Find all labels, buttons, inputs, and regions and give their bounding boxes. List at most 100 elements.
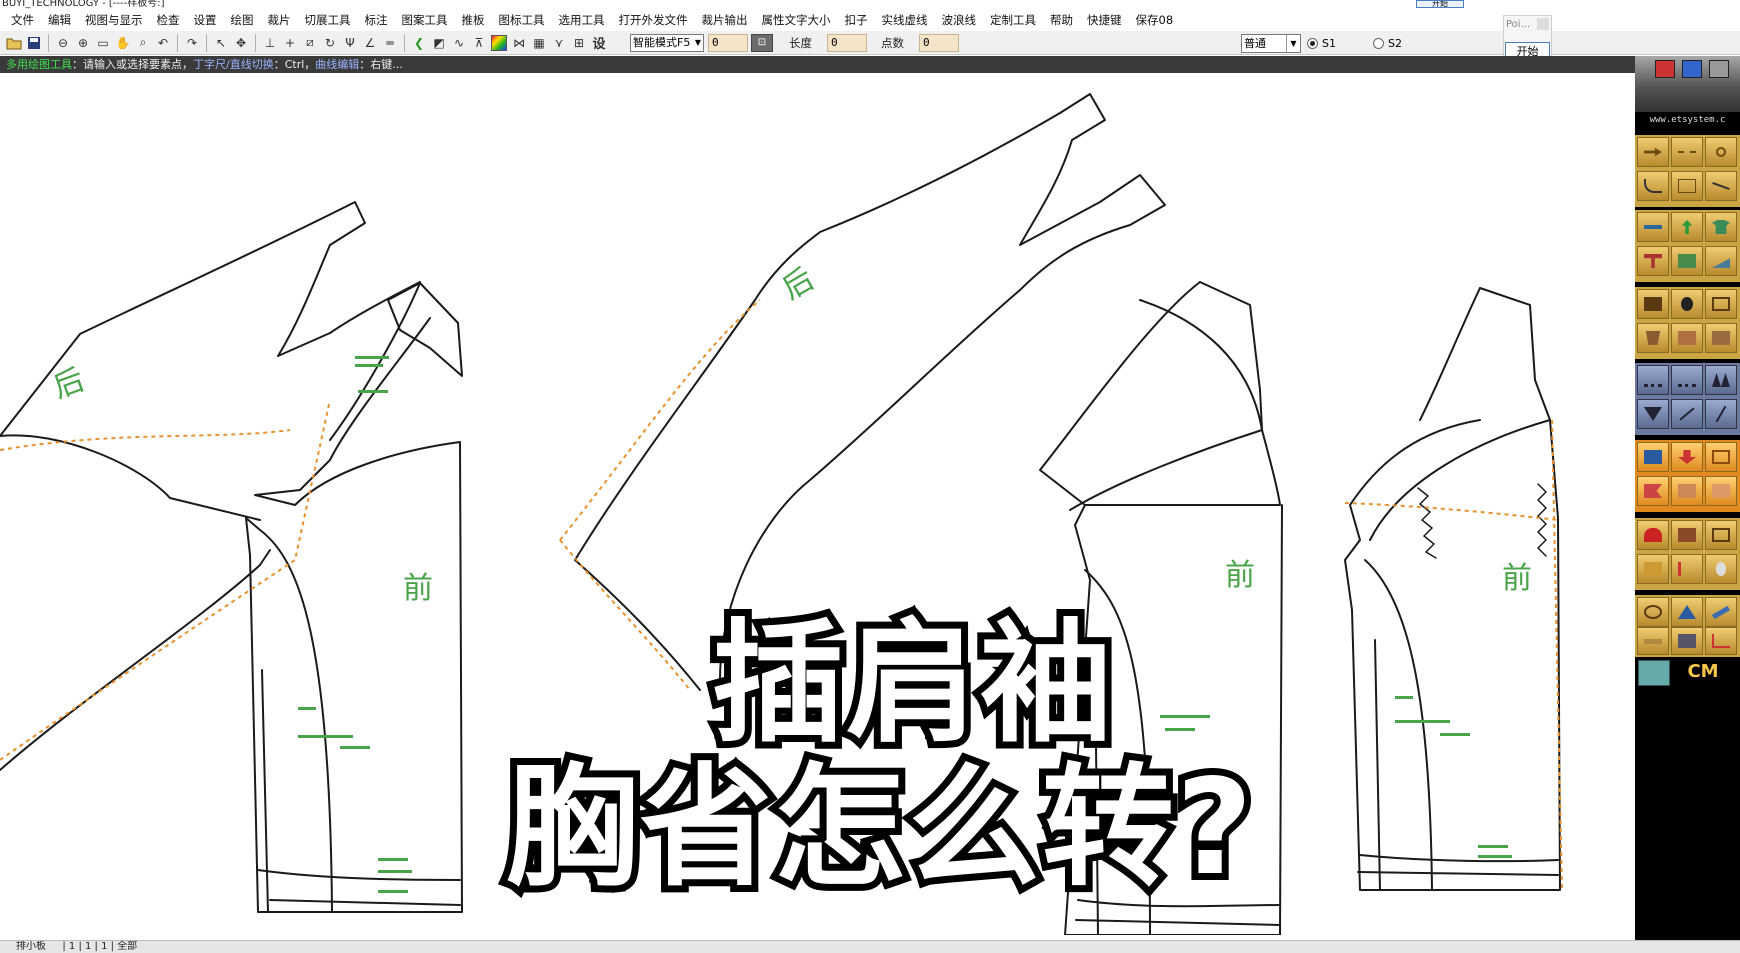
tool-ruler-flat-icon[interactable] bbox=[1637, 627, 1669, 655]
tool-curve-icon[interactable] bbox=[1637, 171, 1669, 201]
dart-icon[interactable]: ⋎ bbox=[549, 33, 569, 53]
curve-tool-icon[interactable]: ∿ bbox=[449, 33, 469, 53]
menu-buttons[interactable]: 扣子 bbox=[838, 11, 875, 29]
tool-table-icon[interactable] bbox=[1705, 442, 1737, 472]
tool-measure-tape-icon[interactable] bbox=[1637, 597, 1669, 627]
grade-select[interactable]: 普通 ▼ bbox=[1241, 34, 1301, 53]
unit-settings-icon[interactable] bbox=[1638, 660, 1670, 686]
tool-bulb-icon[interactable] bbox=[1671, 289, 1703, 319]
tool-brush-icon[interactable] bbox=[1671, 365, 1703, 395]
menu-view[interactable]: 视图与显示 bbox=[78, 11, 150, 29]
menu-help[interactable]: 帮助 bbox=[1043, 11, 1080, 29]
color-palette-icon[interactable] bbox=[491, 34, 507, 51]
zoom-in-icon[interactable]: ⊕ bbox=[73, 33, 93, 53]
tool-scissors-icon[interactable] bbox=[1705, 137, 1737, 167]
redo-icon[interactable]: ↷ bbox=[182, 33, 202, 53]
menu-annotate[interactable]: 标注 bbox=[358, 11, 395, 29]
tool-pin-icon[interactable] bbox=[1671, 399, 1703, 429]
front-piece-4-dart-zigzag[interactable] bbox=[1417, 483, 1547, 559]
measure-icon[interactable]: ⊼ bbox=[469, 33, 489, 53]
save-icon[interactable] bbox=[24, 33, 44, 53]
menu-grading[interactable]: 推板 bbox=[455, 11, 492, 29]
front-piece-1-side[interactable] bbox=[257, 669, 461, 913]
lock-icon[interactable]: ⊡ bbox=[751, 34, 773, 52]
menu-line-style[interactable]: 实线虚线 bbox=[875, 11, 935, 29]
menu-settings[interactable]: 设置 bbox=[187, 11, 224, 29]
tool-calculator-icon[interactable] bbox=[1671, 627, 1703, 655]
menu-edit[interactable]: 编辑 bbox=[41, 11, 78, 29]
parallel-icon[interactable]: ═ bbox=[380, 33, 400, 53]
panel-icon-3[interactable] bbox=[1709, 60, 1729, 78]
length-input[interactable]: 0 bbox=[827, 34, 867, 52]
menu-open-external[interactable]: 打开外发文件 bbox=[612, 11, 695, 29]
vertical-line-icon[interactable]: ⊥ bbox=[260, 33, 280, 53]
tool-tape-icon[interactable] bbox=[1671, 323, 1703, 353]
points-input[interactable]: 0 bbox=[919, 34, 959, 52]
top-start-button[interactable]: 开始 bbox=[1416, 0, 1464, 8]
tool-dart-v-icon[interactable] bbox=[1637, 399, 1669, 429]
tool-arrows-icon[interactable] bbox=[1671, 212, 1703, 242]
tool-angle-icon[interactable] bbox=[1705, 627, 1737, 655]
menu-file[interactable]: 文件 bbox=[4, 11, 41, 29]
tool-screen-icon[interactable] bbox=[1637, 442, 1669, 472]
tool-spiral-icon[interactable] bbox=[1705, 289, 1737, 319]
unit-cm-button[interactable]: CM bbox=[1671, 658, 1735, 686]
menu-draw[interactable]: 绘图 bbox=[224, 11, 261, 29]
menu-save08[interactable]: 保存08 bbox=[1129, 11, 1181, 29]
plus-point-icon[interactable]: + bbox=[280, 33, 300, 53]
tool-dash-line-icon[interactable] bbox=[1671, 137, 1703, 167]
tool-wave-icon[interactable] bbox=[1671, 476, 1703, 506]
menu-optional-tools[interactable]: 选用工具 bbox=[552, 11, 612, 29]
panel-icon-1[interactable] bbox=[1655, 60, 1675, 78]
fork-icon[interactable]: Ψ bbox=[340, 33, 360, 53]
mode-select[interactable]: 智能模式F5 ▼ bbox=[630, 34, 704, 52]
menu-custom-tools[interactable]: 定制工具 bbox=[983, 11, 1043, 29]
tool-pleat-icon[interactable] bbox=[1705, 365, 1737, 395]
back-piece-1-lower[interactable] bbox=[0, 549, 271, 771]
tool-cut-icon[interactable] bbox=[1705, 171, 1737, 201]
tool-sewing-icon[interactable] bbox=[1637, 289, 1669, 319]
tool-hammer-icon[interactable] bbox=[1637, 246, 1669, 276]
front-piece-4-armhole[interactable] bbox=[1369, 287, 1551, 541]
zoom-area-icon[interactable]: ⌕ bbox=[133, 33, 153, 53]
menu-shortcuts[interactable]: 快捷键 bbox=[1080, 11, 1129, 29]
mirror-icon[interactable]: ⋈ bbox=[509, 33, 529, 53]
grid-icon[interactable]: ▦ bbox=[529, 33, 549, 53]
size-s2-radio[interactable] bbox=[1373, 38, 1384, 49]
menu-slash-spread[interactable]: 切展工具 bbox=[298, 11, 358, 29]
tool-drill-icon[interactable] bbox=[1637, 554, 1669, 584]
set-button[interactable]: 设 bbox=[589, 33, 609, 53]
tool-hand-icon[interactable] bbox=[1705, 323, 1737, 353]
panel-icon-2[interactable] bbox=[1682, 60, 1702, 78]
tool-cup-icon[interactable] bbox=[1671, 520, 1703, 550]
layout-icon[interactable]: ⊞ bbox=[569, 33, 589, 53]
tool-needle-icon[interactable] bbox=[1705, 399, 1737, 429]
tool-piece-icon[interactable] bbox=[1671, 246, 1703, 276]
menu-check[interactable]: 检查 bbox=[150, 11, 187, 29]
tool-magnet-icon[interactable] bbox=[1637, 520, 1669, 550]
menu-icon-tools[interactable]: 图标工具 bbox=[492, 11, 552, 29]
menu-piece-output[interactable]: 裁片输出 bbox=[695, 11, 755, 29]
tool-lamp-icon[interactable] bbox=[1705, 554, 1737, 584]
fit-window-icon[interactable]: ▭ bbox=[93, 33, 113, 53]
menu-text-size[interactable]: 属性文字大小 bbox=[755, 11, 838, 29]
tool-grid-icon[interactable] bbox=[1671, 171, 1703, 201]
tool-triangle-icon[interactable] bbox=[1671, 597, 1703, 627]
undo-icon[interactable]: ↶ bbox=[153, 33, 173, 53]
tool-split-icon[interactable] bbox=[1671, 554, 1703, 584]
front-piece-1-outline[interactable] bbox=[387, 282, 463, 377]
move-cross-icon[interactable]: ✥ bbox=[231, 33, 251, 53]
menu-wave-line[interactable]: 波浪线 bbox=[935, 11, 984, 29]
menu-piece[interactable]: 裁片 bbox=[261, 11, 298, 29]
ruler-icon[interactable]: ◩ bbox=[429, 33, 449, 53]
front-piece-3-neck[interactable] bbox=[1139, 299, 1263, 431]
open-folder-icon[interactable] bbox=[4, 33, 24, 53]
tool-comb-icon[interactable] bbox=[1637, 365, 1669, 395]
tool-ruler-icon[interactable] bbox=[1705, 597, 1737, 627]
zoom-out-icon[interactable]: ⊖ bbox=[53, 33, 73, 53]
select-cursor-icon[interactable]: ↖ bbox=[211, 33, 231, 53]
tool-fold-icon[interactable] bbox=[1705, 246, 1737, 276]
menu-pattern-tools[interactable]: 图案工具 bbox=[395, 11, 455, 29]
front-piece-3-armhole[interactable] bbox=[1039, 281, 1263, 511]
tool-page-icon[interactable] bbox=[1705, 476, 1737, 506]
